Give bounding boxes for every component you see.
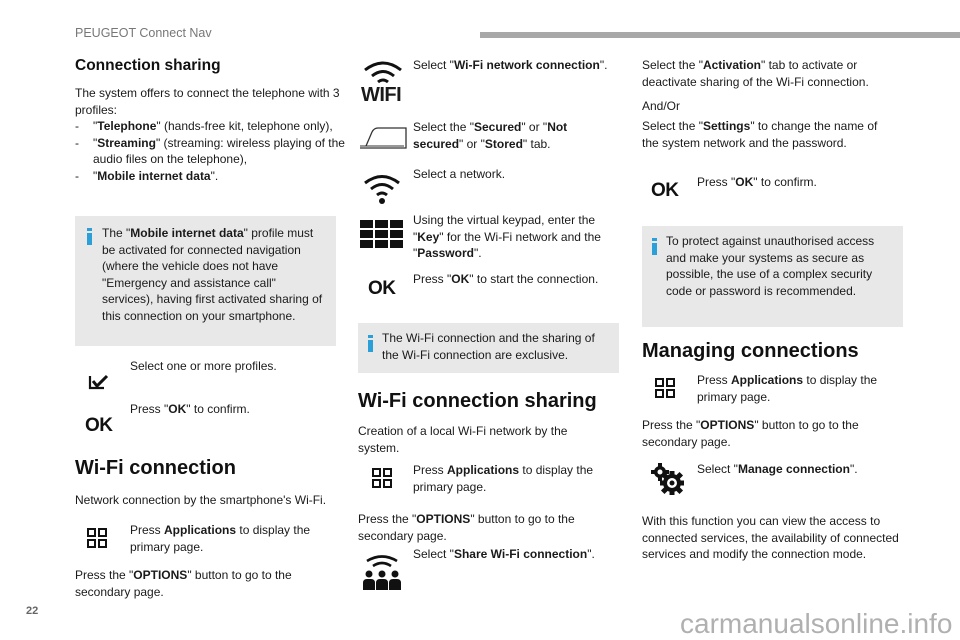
info-note-exclusive: The Wi-Fi connection and the sharing of …	[358, 323, 619, 373]
applications-grid-icon	[655, 378, 677, 400]
info-note-security: To protect against unauthorised access a…	[642, 226, 903, 327]
watermark: carmanualsonline.info	[680, 608, 953, 639]
running-header-title: PEUGEOT Connect Nav	[75, 26, 212, 40]
note-text: The "Mobile internet data" profile must …	[102, 226, 323, 323]
heading-managing-connections: Managing connections	[642, 340, 859, 362]
wifi-connection-intro: Network connection by the smartphone's W…	[75, 493, 327, 507]
step-select-profiles: Select one or more profiles.	[130, 359, 277, 373]
ok-icon: OK	[368, 278, 396, 299]
step-press-applications: Press Applications to display the primar…	[130, 523, 311, 554]
managing-description: With this function you can view the acce…	[642, 514, 899, 561]
and-or-text: And/Or	[642, 99, 681, 113]
profile-item: - "Telephone" (hands-free kit, telephone …	[75, 119, 333, 133]
heading-connection-sharing: Connection sharing	[75, 57, 221, 74]
applications-grid-icon	[87, 528, 109, 550]
ok-icon: OK	[85, 415, 113, 436]
wifi-signal-icon	[364, 175, 400, 204]
step-start-connection: Press "OK" to start the connection.	[413, 272, 599, 286]
step-press-applications: Press Applications to display the primar…	[697, 373, 878, 404]
connection-sharing-intro: The system offers to connect the telepho…	[75, 86, 340, 117]
step-settings: Select the "Settings" to change the name…	[642, 119, 878, 150]
info-icon	[652, 238, 657, 255]
step-confirm-ok: Press "OK" to confirm.	[130, 402, 250, 416]
step-press-applications: Press Applications to display the primar…	[413, 463, 594, 494]
heading-wifi-connection-sharing: Wi-Fi connection sharing	[358, 390, 597, 412]
page-number: 22	[26, 605, 39, 617]
wifi-sharing-intro: Creation of a local Wi-Fi network by the…	[358, 424, 568, 455]
step-manage-connection: Select "Manage connection".	[697, 462, 858, 476]
note-text: The Wi-Fi connection and the sharing of …	[382, 331, 595, 362]
ok-icon: OK	[651, 180, 679, 201]
step-press-options: Press the "OPTIONS" button to go to the …	[75, 568, 292, 599]
step-select-wifi-network: Select "Wi-Fi network connection".	[413, 58, 608, 72]
heading-wifi-connection: Wi-Fi connection	[75, 457, 236, 479]
step-press-options: Press the "OPTIONS" button to go to the …	[642, 418, 859, 449]
step-share-wifi: Select "Share Wi-Fi connection".	[413, 547, 595, 561]
header-rule	[480, 32, 960, 38]
step-enter-key-password: Using the virtual keypad, enter the "Key…	[413, 213, 601, 260]
step-select-network: Select a network.	[413, 167, 506, 181]
step-confirm-ok: Press "OK" to confirm.	[697, 175, 817, 189]
share-wifi-icon	[363, 555, 401, 590]
step-activation-tab: Select the "Activation" tab to activate …	[642, 58, 869, 89]
checkbox-icon	[88, 374, 109, 390]
step-press-options: Press the "OPTIONS" button to go to the …	[358, 512, 575, 543]
applications-grid-icon	[372, 468, 394, 490]
keypad-icon	[360, 220, 403, 248]
step-select-tab: Select the "Secured" or "Not secured" or…	[413, 120, 568, 151]
wifi-label-icon: WIFI	[359, 58, 407, 108]
profile-item: - "Mobile internet data".	[75, 168, 219, 183]
profile-item: - "Streaming" (streaming: wireless playin…	[75, 135, 345, 167]
gears-icon	[651, 463, 684, 495]
info-icon	[368, 335, 373, 352]
profiles-list: - "Telephone" (hands-free kit, telephone …	[75, 118, 345, 184]
note-text: To protect against unauthorised access a…	[666, 234, 875, 298]
tab-icon	[360, 127, 407, 149]
info-note-mobile-data: The "Mobile internet data" profile must …	[75, 216, 336, 346]
info-icon	[87, 228, 92, 245]
